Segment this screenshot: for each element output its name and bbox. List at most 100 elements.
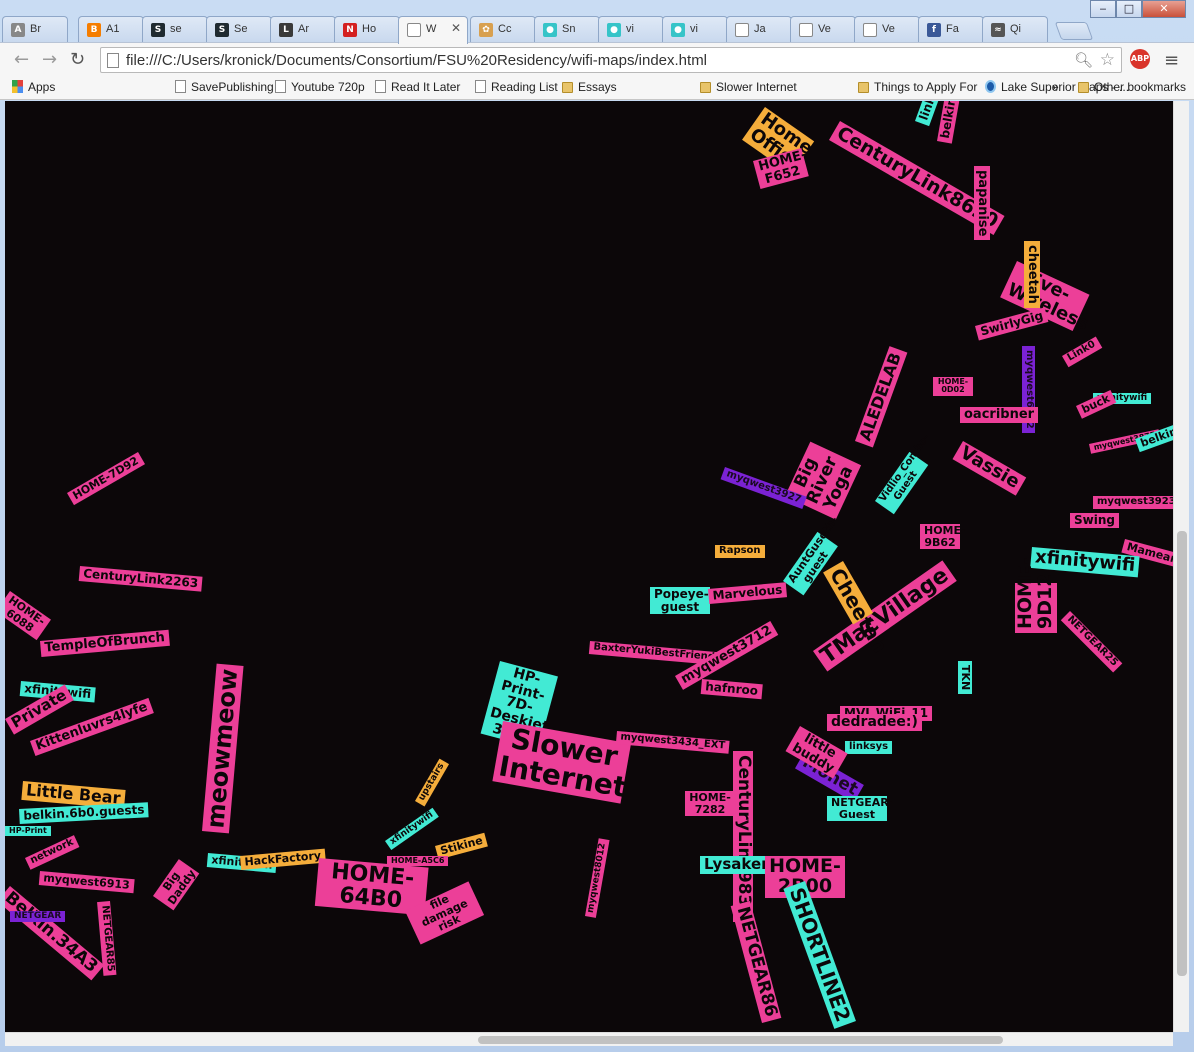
bookmark-label: Youtube 720p: [291, 80, 365, 94]
wifi-network-label: TKN: [958, 661, 972, 695]
bookmark-3[interactable]: Read It Later: [375, 80, 460, 94]
wifi-network-label: HOME-7D92: [67, 452, 145, 505]
circle-icon: ●: [607, 23, 621, 37]
tab-label: W: [426, 23, 437, 35]
wifi-network-label: Vassie: [952, 441, 1027, 496]
wifi-network-label: Big Daddy: [153, 859, 200, 911]
bookmarks-overflow-button[interactable]: »: [1052, 80, 1059, 94]
tab-14[interactable]: f Fa: [918, 16, 984, 43]
tab-2[interactable]: Sse: [142, 16, 208, 43]
tab-label: Ja: [754, 23, 766, 35]
other-bookmarks-folder[interactable]: Other bookmarks: [1078, 80, 1186, 94]
wifi-network-label: Marvelous: [708, 582, 787, 604]
wifi-network-label: NETGEAR86: [730, 901, 782, 1023]
wifi-network-label: SwirlyGig: [975, 307, 1049, 341]
tab-label: vi: [690, 23, 698, 35]
minimize-button[interactable]: ‒: [1090, 0, 1116, 18]
tab-9[interactable]: ● vi: [598, 16, 664, 43]
horizontal-scroll-thumb[interactable]: [478, 1036, 1003, 1044]
tab-5[interactable]: N Ho: [334, 16, 400, 43]
close-window-button[interactable]: ✕: [1142, 0, 1186, 18]
bookmarks-bar: Apps SavePublishing Youtube 720p Read It La…: [0, 76, 1194, 100]
bookmark-4[interactable]: Reading List: [475, 80, 558, 94]
tab-strip: A Br B A1 Sse S Se L Ar N Ho W ✕ ✿ Cc ● Sn ● vi ● vi Ja Ve Ve f F…: [0, 0, 1194, 44]
bookmark-6[interactable]: Slower Internet: [700, 80, 797, 94]
circle-icon: ●: [671, 23, 685, 37]
maximize-button[interactable]: □: [1116, 0, 1142, 18]
circle-icon: ●: [543, 23, 557, 37]
forward-arrow-icon[interactable]: →: [42, 49, 57, 70]
tab-label: Cc: [498, 23, 512, 35]
new-tab-button[interactable]: [1054, 22, 1094, 40]
tab-15[interactable]: ≈ Qi: [982, 16, 1048, 43]
wifi-network-label: myqwest3923: [1093, 496, 1173, 509]
bookmark-star-icon[interactable]: ☆: [1100, 50, 1115, 70]
tab-label: Ve: [882, 23, 895, 35]
address-bar[interactable]: file:///C:/Users/kronick/Documents/Conso…: [100, 47, 1122, 73]
page-icon: [475, 80, 486, 93]
tab-13[interactable]: Ve: [854, 16, 920, 43]
bookmark-7[interactable]: Things to Apply For: [858, 80, 977, 94]
wifi-network-label: HackFactory: [240, 848, 326, 870]
adblock-plus-icon[interactable]: ABP: [1130, 49, 1150, 69]
tab-7[interactable]: ✿ Cc: [470, 16, 536, 43]
tab-label: Ho: [362, 23, 377, 35]
zoom-icon[interactable]: 🔍︎: [1074, 51, 1093, 69]
tab-4[interactable]: L Ar: [270, 16, 336, 43]
lrb-icon: L: [279, 23, 293, 37]
wifi-network-label: SHORTLINE2: [783, 881, 856, 1029]
tab-8[interactable]: ● Sn: [534, 16, 600, 43]
chrome-menu-icon[interactable]: ≡: [1164, 50, 1179, 71]
tab-10[interactable]: ● vi: [662, 16, 728, 43]
vertical-scrollbar[interactable]: [1173, 101, 1189, 1032]
wifi-network-label: HOME-7282: [685, 791, 735, 817]
apps-icon: [12, 80, 23, 93]
back-arrow-icon[interactable]: ←: [14, 49, 29, 70]
wifi-network-label: network: [25, 835, 80, 870]
page-icon: [735, 23, 749, 37]
tab-0[interactable]: A Br: [2, 16, 68, 43]
page-icon: [407, 23, 421, 37]
folder-icon: [562, 82, 573, 93]
page-icon: [107, 53, 119, 68]
wifi-network-label: HOME-A5C6: [387, 856, 449, 867]
bookmark-label: Read It Later: [391, 80, 461, 94]
wifi-map-canvas: Home OfficeHOME-F652CenturyLink8620links…: [5, 101, 1173, 1032]
wifi-network-label: Vidlio_Combo-Guest: [875, 432, 932, 515]
s-icon: S: [151, 23, 165, 37]
bookmark-5[interactable]: Essays: [562, 80, 617, 94]
bookmark-0[interactable]: Apps: [12, 80, 55, 94]
wifi-network-label: myqwest3434_EXT: [615, 731, 730, 754]
url-text[interactable]: file:///C:/Users/kronick/Documents/Conso…: [126, 52, 707, 69]
tab-12[interactable]: Ve: [790, 16, 856, 43]
tab-label: Sn: [562, 23, 576, 35]
tab-11[interactable]: Ja: [726, 16, 792, 43]
tab-label: se: [170, 23, 182, 35]
wifi-network-label: Big River Yoga: [785, 441, 861, 520]
wifi-network-label: Lysaker: [700, 856, 773, 874]
tab-label: Ar: [298, 23, 309, 35]
folder-icon: [858, 82, 869, 93]
wifi-network-label: HOME-6088: [5, 591, 51, 641]
tab-1[interactable]: B A1: [78, 16, 144, 43]
horizontal-scrollbar[interactable]: [5, 1032, 1173, 1046]
wifi-network-label: myqwest6913: [38, 871, 135, 893]
tab-close-icon[interactable]: ✕: [451, 21, 461, 35]
palette-icon: ✿: [479, 23, 493, 37]
wifi-network-label: upstairs: [415, 758, 450, 807]
reload-icon[interactable]: ↻: [70, 49, 85, 70]
page-icon: [375, 80, 386, 93]
page-icon: [799, 23, 813, 37]
bookmark-2[interactable]: Youtube 720p: [275, 80, 365, 94]
tab-label: Fa: [946, 23, 959, 35]
bookmark-1[interactable]: SavePublishing: [175, 80, 274, 94]
wifi-network-label: CenturyLink9838: [733, 751, 754, 923]
bookmark-label: Essays: [578, 80, 617, 94]
tab-3[interactable]: S Se: [206, 16, 272, 43]
wifi-network-label: meowmeow: [201, 663, 244, 834]
tab-6[interactable]: W ✕: [398, 16, 468, 44]
bookmark-label: Reading List: [491, 80, 558, 94]
other-bookmarks-label: Other bookmarks: [1094, 80, 1187, 94]
wifi-network-label: TempleOfBrunch: [40, 629, 170, 657]
vertical-scroll-thumb[interactable]: [1177, 531, 1187, 976]
